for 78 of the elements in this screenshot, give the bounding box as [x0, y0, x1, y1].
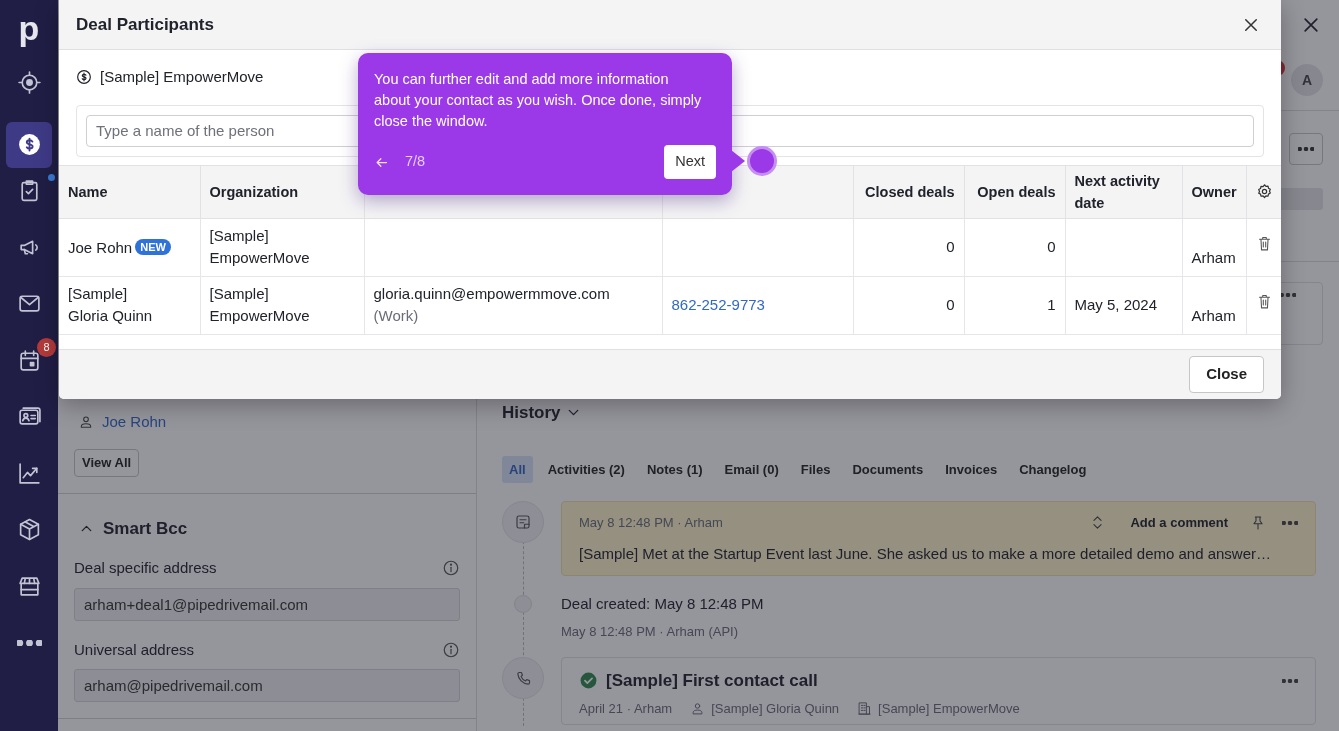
table-cell: May 5, 2024	[1065, 276, 1182, 334]
email-type: (Work)	[373, 306, 420, 326]
address-field[interactable]: arham+deal1@pipedrivemail.com	[74, 587, 460, 621]
column-header: Closed deals	[853, 165, 964, 218]
dialog-title: Deal Participants	[76, 13, 214, 36]
table-cell: Arham	[1182, 276, 1246, 334]
tour-beacon	[746, 145, 778, 177]
more-icon	[16, 639, 42, 646]
table-cell: 0	[853, 218, 964, 276]
field-label: Deal specific address	[74, 558, 217, 578]
phone-link[interactable]: 862-252-9773	[671, 296, 765, 313]
deal-name: [Sample] EmpowerMove	[100, 67, 264, 87]
column-header: Owner	[1182, 165, 1246, 218]
organization-link[interactable]: [Sample] EmpowerMove	[878, 698, 1020, 718]
app-logo[interactable]: p	[0, 0, 58, 59]
sidebar-item[interactable]	[16, 69, 42, 95]
table-cell: 0	[964, 218, 1065, 276]
count-badge: 8	[37, 337, 56, 357]
person-link[interactable]: Joe Rohn	[102, 410, 167, 434]
note-meta: May 8 12:48 PM · Arham	[579, 514, 723, 532]
target-icon	[16, 69, 42, 95]
email-text: gloria.quinn@empowermmove.com	[373, 284, 611, 304]
table-cell: [Sample] EmpowerMove	[200, 218, 364, 276]
column-header: Organization	[200, 165, 364, 218]
view-all-button[interactable]: View All	[74, 449, 140, 477]
timeline-dot	[514, 595, 532, 613]
building-icon	[857, 700, 873, 716]
person-name: Joe Rohn	[68, 237, 133, 258]
person-name: [Sample] Gloria Quinn	[68, 284, 154, 326]
person-icon	[690, 700, 706, 716]
event-text: Deal created: May 8 12:48 PM	[561, 594, 764, 614]
section-title: History	[502, 402, 561, 424]
dollar-icon	[16, 132, 42, 158]
info-icon[interactable]	[442, 559, 460, 578]
user-avatar[interactable]: A	[1291, 64, 1323, 96]
history-tab[interactable]: Changelog	[1012, 455, 1094, 483]
more-button[interactable]	[1289, 133, 1323, 165]
history-tab[interactable]: Files	[793, 455, 838, 483]
column-header: Next activity date	[1065, 165, 1182, 218]
history-tab[interactable]: Documents	[845, 455, 931, 483]
more-icon	[1298, 147, 1314, 151]
history-tab[interactable]: Invoices	[938, 455, 1005, 483]
section-title: Smart Bcc	[103, 517, 188, 540]
person-link[interactable]: [Sample] Gloria Quinn	[711, 698, 840, 718]
address-field[interactable]: arham@pipedrivemail.com	[74, 669, 460, 702]
close-button[interactable]: Close	[1189, 356, 1264, 393]
note-text: [Sample] Met at the Startup Event last June. She asked us to make a more detailed demo and answer…	[579, 543, 1273, 564]
done-check-icon[interactable]	[579, 671, 598, 691]
table-cell: 0	[853, 276, 964, 334]
tour-text: You can further edit and add more information about your contact as you wish. Once done, simply close the window.	[374, 70, 703, 131]
chart-icon	[16, 460, 42, 486]
new-badge: NEW	[135, 239, 171, 256]
more-icon[interactable]	[1280, 293, 1296, 297]
field-label: Universal address	[74, 639, 195, 660]
close-icon[interactable]	[1301, 15, 1321, 35]
next-button[interactable]: Next	[664, 145, 716, 179]
history-tab[interactable]: Email (0)	[717, 455, 786, 483]
event-meta: May 8 12:48 PM · Arham (API)	[561, 622, 739, 641]
note-icon	[514, 513, 532, 531]
activity-title[interactable]: [Sample] First contact call	[606, 668, 1274, 694]
add-comment-link[interactable]: Add a comment	[1130, 513, 1228, 533]
column-header: Name	[59, 165, 200, 218]
person-icon	[78, 414, 94, 430]
sidebar-item[interactable]	[16, 460, 42, 486]
history-tab[interactable]: Notes (1)	[639, 455, 710, 483]
table-cell: 1	[964, 276, 1065, 334]
settings-icon[interactable]	[1255, 183, 1273, 200]
step-counter: 7/8	[405, 152, 426, 172]
activity-meta: April 21 · Arham	[579, 699, 673, 718]
sidebar-item[interactable]	[6, 121, 52, 168]
info-icon[interactable]	[442, 640, 460, 659]
phone-icon	[514, 669, 532, 687]
table-cell: Arham	[1182, 218, 1246, 276]
table-cell: [Sample] EmpowerMove	[200, 276, 364, 334]
pin-icon[interactable]	[1250, 514, 1266, 531]
dollar-icon	[76, 69, 92, 86]
column-header: Open deals	[964, 165, 1065, 218]
history-tab[interactable]: Activities (2)	[540, 455, 632, 483]
